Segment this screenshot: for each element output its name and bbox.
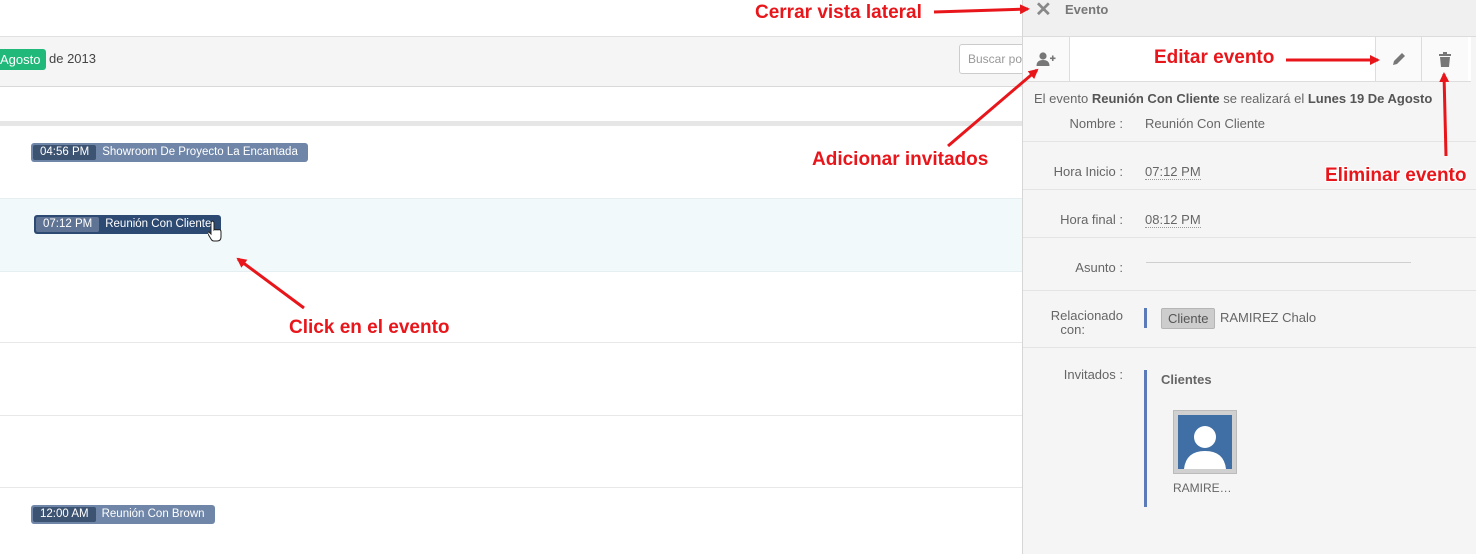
summary-event-name: Reunión Con Cliente bbox=[1091, 91, 1220, 106]
event-time: 12:00 AM bbox=[33, 507, 96, 522]
annotation-edit: Editar evento bbox=[1154, 47, 1275, 68]
edit-event-button[interactable] bbox=[1375, 37, 1422, 81]
relacionado-label: Relacionado bbox=[1050, 308, 1123, 323]
hand-cursor-icon bbox=[208, 220, 222, 242]
month-badge[interactable]: Agosto bbox=[0, 49, 47, 70]
hora-inicio-label: Hora Inicio : bbox=[1053, 164, 1123, 179]
nombre-value: Reunión Con Cliente bbox=[1145, 116, 1265, 131]
avatar[interactable] bbox=[1173, 410, 1237, 474]
summary-date: Lunes 19 De Agosto bbox=[1307, 91, 1433, 106]
hora-final-value[interactable]: 08:12 PM bbox=[1145, 212, 1201, 228]
panel-header: ✕ Evento bbox=[1023, 0, 1476, 37]
field-divider bbox=[1023, 141, 1476, 142]
summary-text: El evento bbox=[1034, 91, 1092, 106]
row-divider bbox=[0, 342, 1022, 343]
row-divider bbox=[0, 487, 1022, 488]
panel-title: Evento bbox=[1065, 2, 1109, 17]
related-type-tag: Cliente bbox=[1161, 308, 1216, 329]
event-title: Showroom De Proyecto La Encantada bbox=[102, 146, 298, 158]
day-separator bbox=[0, 121, 1022, 126]
side-panel: ✕ Evento El evento Reunión Con Cliente s… bbox=[1022, 0, 1476, 554]
selected-row bbox=[0, 198, 1022, 272]
related-name[interactable]: RAMIREZ Chalo bbox=[1220, 310, 1316, 325]
calendar-event[interactable]: 04:56 PM Showroom De Proyecto La Encantad… bbox=[31, 143, 308, 162]
summary-text: se realizará el bbox=[1219, 91, 1308, 106]
add-invitees-button[interactable] bbox=[1023, 37, 1070, 81]
annotation-close: Cerrar vista lateral bbox=[755, 2, 922, 23]
add-user-icon bbox=[1036, 52, 1056, 66]
invitee-name: RAMIRE… bbox=[1173, 481, 1232, 495]
event-title: Reunión Con Brown bbox=[101, 508, 205, 520]
asunto-label: Asunto : bbox=[1075, 260, 1123, 275]
annotation-add: Adicionar invitados bbox=[812, 149, 989, 170]
event-summary: El evento Reunión Con Cliente se realiza… bbox=[1034, 91, 1432, 106]
field-divider bbox=[1023, 237, 1476, 238]
event-title: Reunión Con Cliente bbox=[105, 218, 212, 230]
relacionado-label-2: con: bbox=[1060, 322, 1085, 337]
year-label: de 2013 bbox=[49, 51, 96, 66]
close-icon[interactable]: ✕ bbox=[1035, 0, 1055, 20]
hora-inicio-value[interactable]: 07:12 PM bbox=[1145, 164, 1201, 180]
annotation-click: Click en el evento bbox=[289, 317, 450, 338]
nombre-label: Nombre : bbox=[1069, 116, 1123, 131]
field-divider bbox=[1023, 290, 1476, 291]
asunto-field[interactable] bbox=[1146, 262, 1411, 263]
trash-icon bbox=[1439, 51, 1451, 67]
month-bar: Agosto de 2013 bbox=[0, 37, 1039, 87]
clientes-heading: Clientes bbox=[1161, 372, 1212, 387]
hora-final-label: Hora final : bbox=[1060, 212, 1123, 227]
accent-bar bbox=[1144, 308, 1147, 328]
accent-bar bbox=[1144, 370, 1147, 507]
row-divider bbox=[0, 415, 1022, 416]
field-divider bbox=[1023, 189, 1476, 190]
delete-event-button[interactable] bbox=[1421, 37, 1468, 81]
event-time: 04:56 PM bbox=[33, 145, 97, 160]
event-time: 07:12 PM bbox=[36, 217, 100, 232]
annotation-delete: Eliminar evento bbox=[1325, 165, 1467, 186]
calendar-event[interactable]: 12:00 AM Reunión Con Brown bbox=[31, 505, 215, 524]
field-divider bbox=[1023, 347, 1476, 348]
pencil-icon bbox=[1393, 53, 1405, 65]
calendar-event-selected[interactable]: 07:12 PM Reunión Con Cliente bbox=[34, 215, 222, 234]
invitados-label: Invitados : bbox=[1063, 367, 1123, 382]
user-avatar-icon bbox=[1184, 426, 1226, 469]
